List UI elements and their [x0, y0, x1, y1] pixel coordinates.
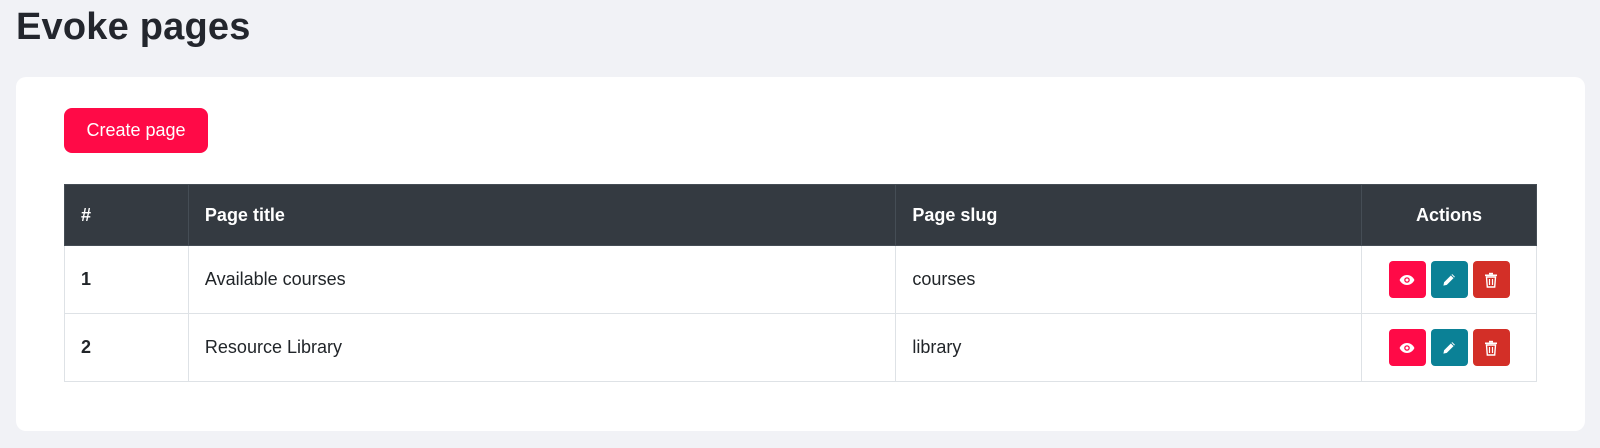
header-actions: Actions	[1361, 184, 1537, 246]
row-page-slug: courses	[895, 245, 1362, 314]
view-button[interactable]	[1388, 261, 1426, 298]
row-page-title: Available courses	[187, 245, 897, 314]
row-actions	[1361, 245, 1537, 314]
header-page-title: Page title	[187, 184, 897, 246]
header-page-slug: Page slug	[895, 184, 1362, 246]
pages-table: # Page title Page slug Actions 1 Availab…	[64, 184, 1537, 382]
delete-button[interactable]	[1472, 329, 1510, 366]
pencil-icon	[1443, 341, 1455, 354]
header-index: #	[64, 184, 189, 246]
row-page-slug: library	[895, 313, 1362, 382]
table-row: 2 Resource Library library	[64, 313, 1537, 382]
row-index: 2	[64, 313, 189, 382]
eye-icon	[1399, 342, 1415, 353]
page-title: Evoke pages	[16, 6, 251, 48]
table-header-row: # Page title Page slug Actions	[64, 184, 1537, 246]
trash-icon	[1485, 272, 1497, 288]
view-button[interactable]	[1388, 329, 1426, 366]
eye-icon	[1399, 274, 1415, 285]
row-page-title: Resource Library	[187, 313, 897, 382]
edit-button[interactable]	[1430, 329, 1468, 366]
pencil-icon	[1443, 273, 1455, 286]
pages-card: Create page # Page title Page slug Actio…	[16, 77, 1585, 431]
trash-icon	[1485, 340, 1497, 356]
row-actions	[1361, 313, 1537, 382]
edit-button[interactable]	[1430, 261, 1468, 298]
create-page-button[interactable]: Create page	[64, 108, 208, 153]
table-row: 1 Available courses courses	[64, 245, 1537, 314]
delete-button[interactable]	[1472, 261, 1510, 298]
row-index: 1	[64, 245, 189, 314]
